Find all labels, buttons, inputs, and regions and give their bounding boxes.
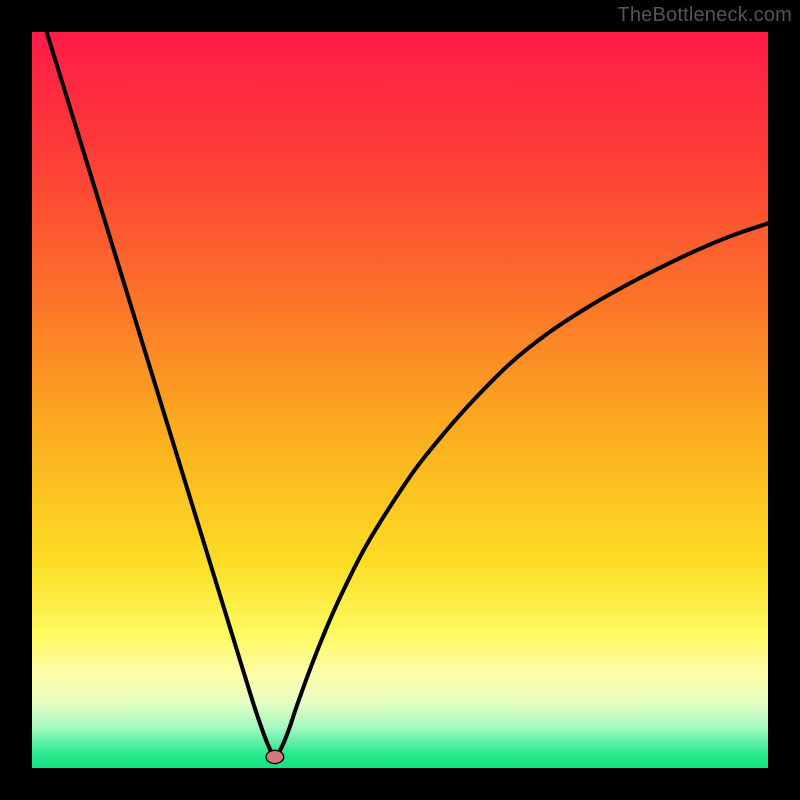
bottleneck-chart (32, 32, 768, 768)
min-marker (266, 750, 284, 763)
gradient-background (32, 32, 768, 768)
chart-outer-frame: TheBottleneck.com (0, 0, 800, 800)
watermark-text: TheBottleneck.com (617, 4, 792, 27)
plot-frame (32, 32, 768, 768)
